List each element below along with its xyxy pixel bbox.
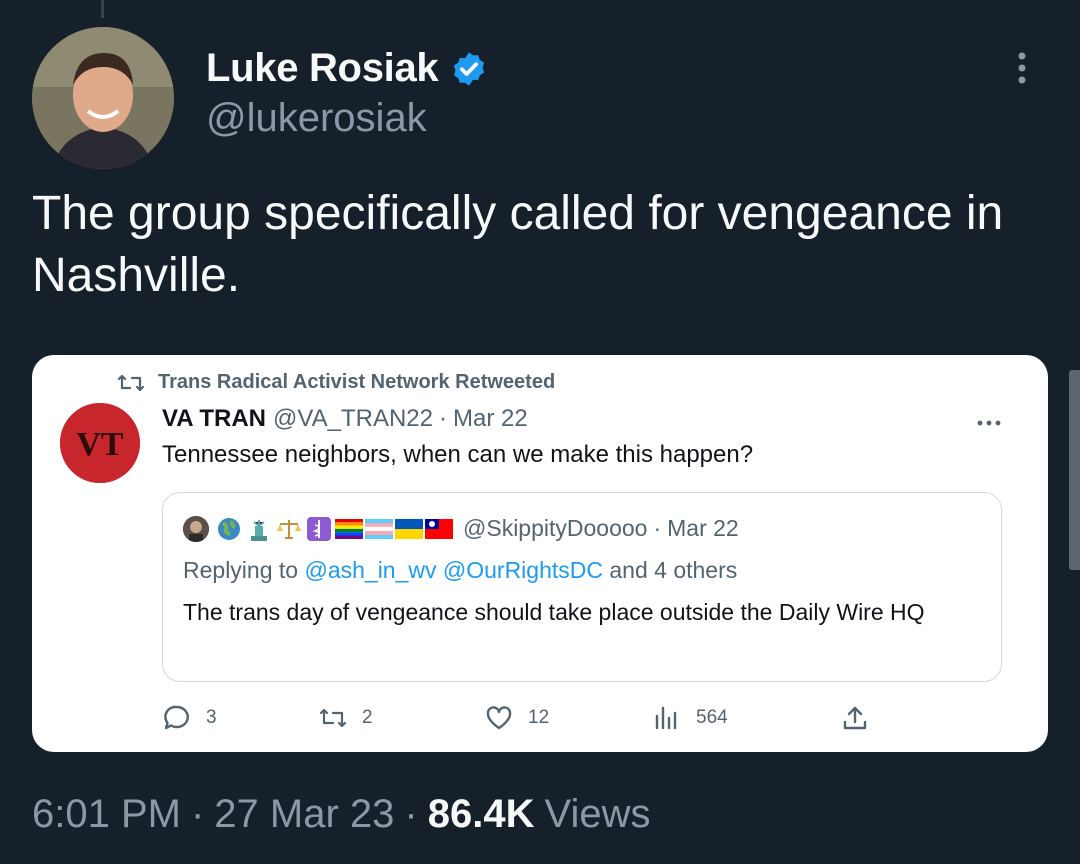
thread-line [101, 0, 104, 18]
retweet-indicator: Trans Radical Activist Network Retweeted [116, 371, 555, 394]
va-tran-avatar: VT [60, 403, 140, 483]
heart-icon [486, 706, 512, 730]
author-avatar[interactable] [32, 27, 174, 169]
embedded-retweet-action: 2 [318, 704, 373, 732]
post-author-handle: @VA_TRAN22 [273, 405, 433, 432]
quoted-separator: · [653, 515, 662, 541]
ukraine-flag-emoji-icon [395, 518, 423, 539]
views-label[interactable]: Views [544, 792, 650, 837]
embedded-views-count: 564 [696, 707, 728, 728]
embedded-like-action: 12 [484, 704, 549, 732]
reply-prefix: Replying to [183, 557, 299, 583]
reply-suffix: and 4 others [609, 557, 738, 583]
verified-badge-icon [454, 51, 485, 86]
embedded-reply-action: 3 [162, 704, 217, 732]
author-handle[interactable]: @lukerosiak [206, 96, 427, 141]
post-date: Mar 22 [452, 405, 528, 432]
embedded-more-icon [977, 420, 1001, 426]
quoted-text: The trans day of vengeance should take p… [183, 599, 925, 625]
reply-targets: @ash_in_wv @OurRightsDC [304, 557, 603, 583]
tweet-date[interactable]: 27 Mar 23 [214, 792, 394, 837]
embedded-views-action: 564 [652, 704, 728, 732]
like-count: 12 [528, 707, 550, 728]
quoted-handle: @SkippityDooooo [463, 515, 648, 541]
trans-flag-emoji-icon [365, 518, 393, 539]
quoted-date: Mar 22 [667, 515, 739, 541]
share-icon [843, 706, 867, 730]
meta-separator: · [190, 792, 205, 836]
views-bar-chart-icon [655, 706, 677, 730]
tweet-meta: 6:01 PM · 27 Mar 23 · 86.4K Views [32, 792, 650, 837]
va-tran-avatar-text: VT [76, 426, 124, 463]
embedded-share-action [840, 704, 884, 732]
retweet-count: 2 [362, 707, 373, 728]
taiwan-flag-emoji-icon [425, 518, 453, 539]
quoted-avatar [183, 515, 209, 542]
author-name[interactable]: Luke Rosiak [206, 46, 439, 91]
scrollbar[interactable] [1069, 370, 1080, 570]
globe-emoji-icon [218, 517, 240, 540]
tweet-time[interactable]: 6:01 PM [32, 792, 181, 837]
embedded-screenshot[interactable]: Trans Radical Activist Network Retweeted… [32, 355, 1048, 752]
post-text: Tennessee neighbors, when can we make th… [162, 441, 754, 468]
post-separator: · [438, 405, 447, 432]
quoted-tweet: @SkippityDooooo · Mar 22 Replying to @as… [162, 492, 1002, 682]
retweet-action-icon [319, 708, 347, 728]
tweet-text: The group specifically called for vengea… [32, 187, 1004, 302]
meta-separator: · [404, 792, 418, 836]
retweet-icon [117, 374, 145, 391]
more-options-icon[interactable] [1008, 50, 1036, 86]
quoted-reply-context: Replying to @ash_in_wv @OurRightsDC and … [183, 557, 737, 584]
reply-count: 3 [206, 707, 217, 728]
rainbow-flag-emoji-icon [335, 518, 363, 539]
reply-icon [164, 705, 189, 730]
retweet-label: Trans Radical Activist Network Retweeted [158, 371, 556, 393]
statue-of-liberty-emoji-icon [245, 516, 273, 541]
post-author-name: VA TRAN [162, 405, 266, 432]
medical-symbol-emoji-icon [307, 516, 331, 541]
scales-emoji-icon [277, 519, 301, 539]
views-count[interactable]: 86.4K [428, 792, 535, 837]
embedded-action-bar: 3 2 12 564 [162, 704, 1022, 736]
